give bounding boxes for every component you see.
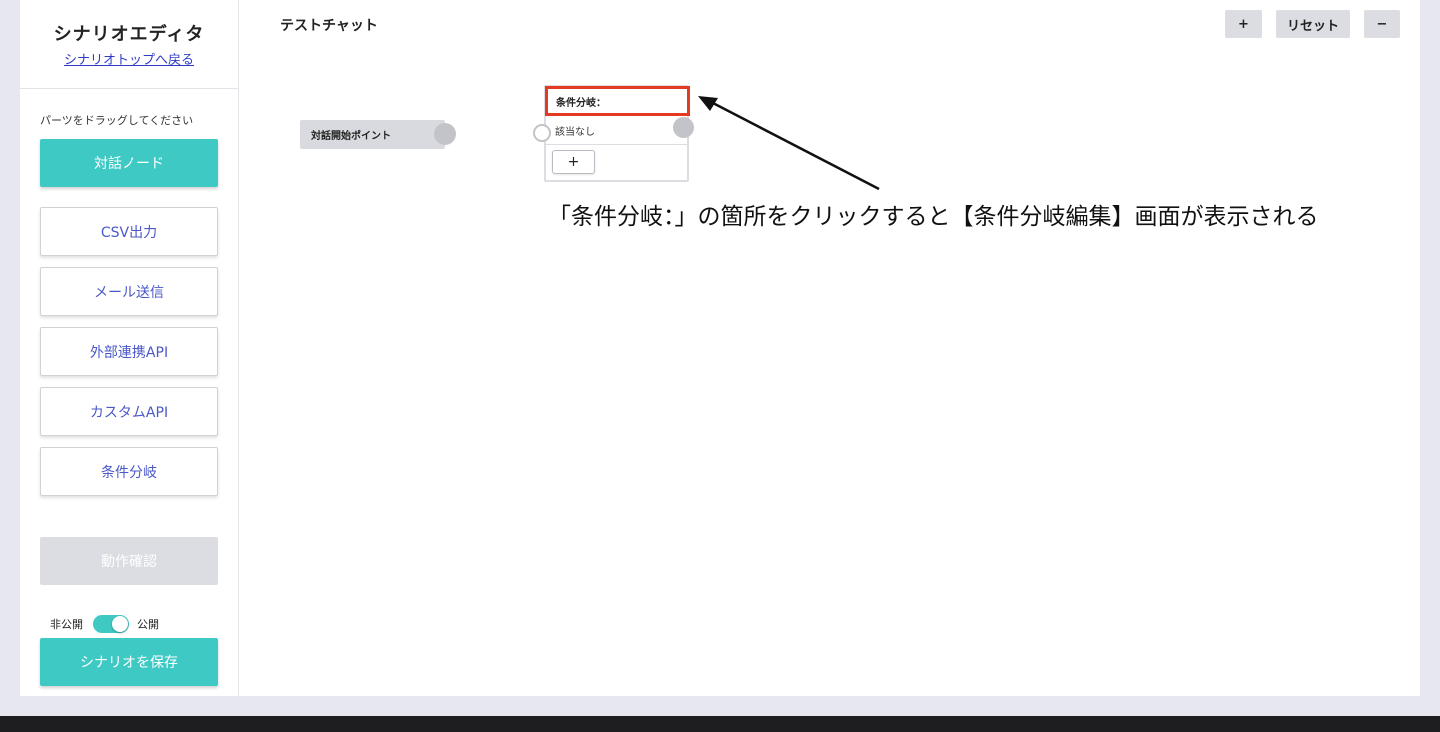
footer-bar: [0, 716, 1440, 732]
canvas-area: テストチャット + リセット − 対話開始ポイント 条件分岐： 該当なし + 「…: [260, 0, 1440, 696]
mail-send-part[interactable]: メール送信: [40, 267, 218, 316]
publish-toggle-row: 非公開 公開: [50, 614, 159, 634]
condition-branch-part[interactable]: 条件分岐: [40, 447, 218, 496]
app-title: シナリオエディタ: [53, 24, 205, 45]
toggle-knob: [112, 616, 128, 632]
publish-toggle[interactable]: [93, 615, 129, 633]
app-window: シナリオエディタ シナリオトップへ戻る パーツをドラッグしてください 対話ノード…: [20, 0, 1420, 696]
custom-api-part[interactable]: カスタムAPI: [40, 387, 218, 436]
save-scenario-button[interactable]: シナリオを保存: [40, 638, 218, 686]
sidebar-header: シナリオエディタ シナリオトップへ戻る: [20, 0, 238, 89]
annotation-arrow: [698, 96, 880, 191]
test-run-button: 動作確認: [40, 537, 218, 585]
annotation-text: 「条件分岐：」の箇所をクリックすると【条件分岐編集】画面が表示される: [548, 204, 1319, 230]
dialog-node-part[interactable]: 対話ノード: [40, 139, 218, 187]
external-api-part[interactable]: 外部連携API: [40, 327, 218, 376]
sidebar: シナリオエディタ シナリオトップへ戻る パーツをドラッグしてください 対話ノード…: [20, 0, 239, 696]
drag-hint: パーツをドラッグしてください: [40, 114, 194, 127]
public-label: 公開: [137, 618, 159, 631]
private-label: 非公開: [50, 618, 83, 631]
back-to-top-link[interactable]: シナリオトップへ戻る: [20, 49, 238, 68]
annotation-arrow-line: [710, 100, 880, 191]
csv-output-part[interactable]: CSV出力: [40, 207, 218, 256]
